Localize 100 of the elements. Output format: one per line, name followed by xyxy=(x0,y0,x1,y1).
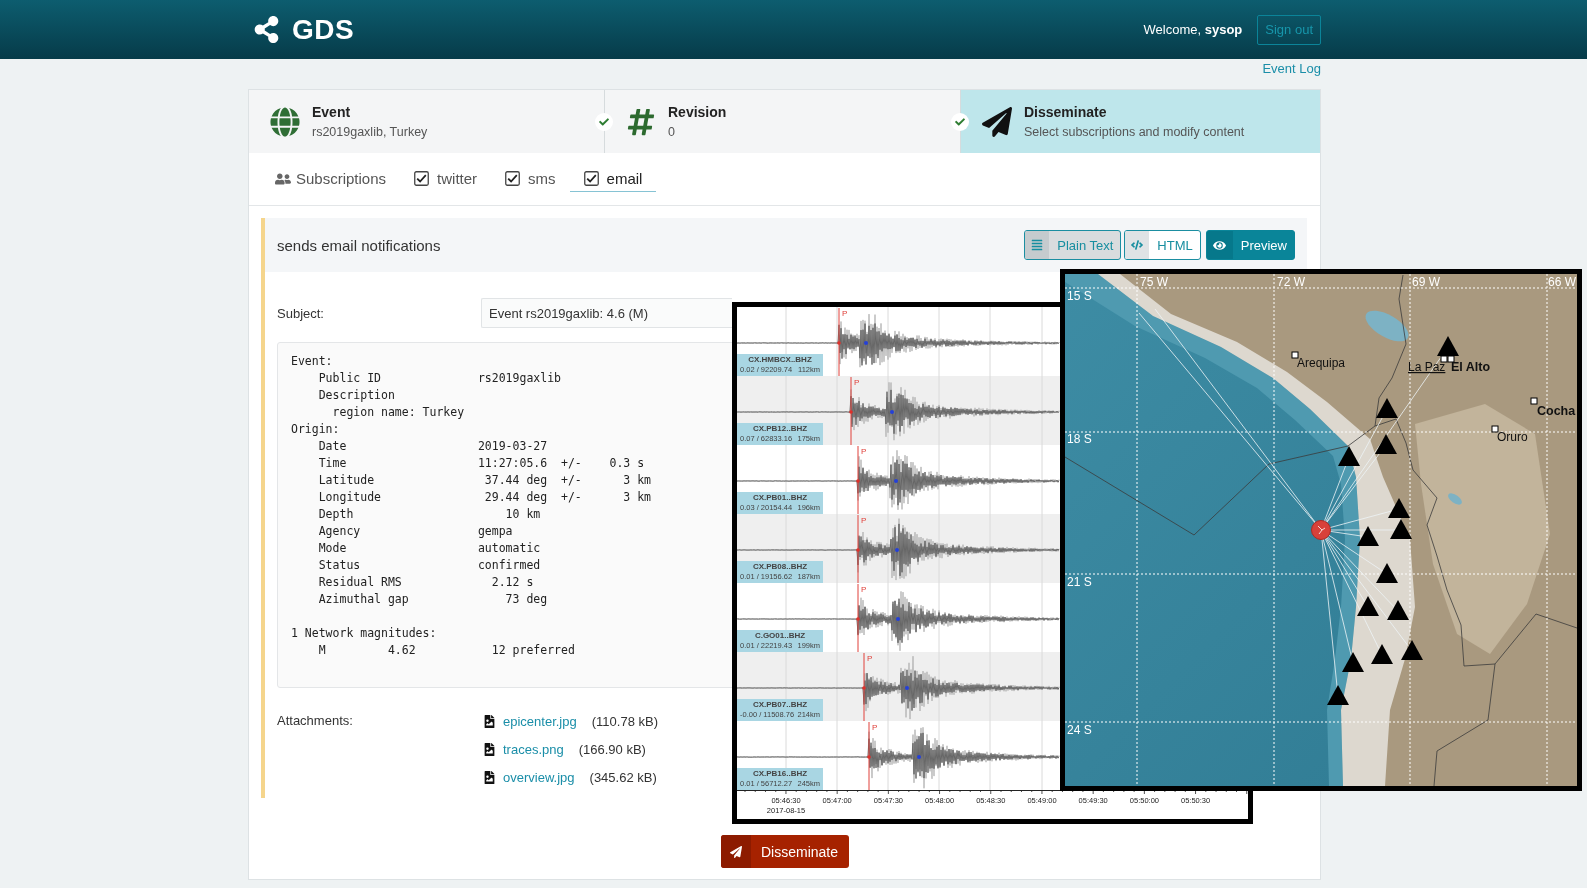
channel-description: sends email notifications xyxy=(277,236,441,254)
triangle-icon xyxy=(1327,685,1349,705)
lake-area xyxy=(1448,493,1462,505)
pick-dot-icon xyxy=(896,617,900,621)
triangle-icon xyxy=(1437,336,1459,356)
pick-label: P xyxy=(867,654,873,663)
tab[interactable]: sms xyxy=(491,165,570,192)
latitude-label: 24 S xyxy=(1067,723,1092,737)
checkbox[interactable] xyxy=(414,170,430,186)
pick-dot-icon xyxy=(894,479,898,483)
step-subtitle: 0 xyxy=(668,124,676,140)
longitude-label: 75 W xyxy=(1140,275,1168,289)
station-name: CX.PB12..BHZ xyxy=(752,424,808,434)
report-line: Agency gempa xyxy=(318,523,513,540)
step-subtitle: rs2019gaxlib, Turkey xyxy=(312,124,428,140)
file-image-icon xyxy=(483,714,496,728)
format-button[interactable]: HTML xyxy=(1124,230,1201,260)
triangle-icon xyxy=(1376,398,1398,418)
station-name: CX.PB01..BHZ xyxy=(752,493,808,503)
longitude-label: 72 W xyxy=(1277,275,1305,289)
station-name: C.GO01..BHZ xyxy=(754,631,806,641)
triangle-icon xyxy=(1371,644,1393,664)
attachment-size: (110.78 kB) xyxy=(591,713,658,729)
paper-plane-icon xyxy=(982,106,1012,137)
attachment-link[interactable]: traces.png xyxy=(503,741,564,757)
report-line: Mode automatic xyxy=(318,540,541,557)
square-marker-icon xyxy=(1291,351,1299,359)
pick-dot-icon xyxy=(917,755,921,759)
pick-label: P xyxy=(854,378,860,387)
subject-field[interactable]: Event rs2019gaxlib: 4.6 (M) xyxy=(481,298,732,328)
paper-plane-icon xyxy=(729,845,742,858)
report-line: 1 Network magnitudes: xyxy=(291,625,437,642)
attachment-link[interactable]: epicenter.jpg xyxy=(503,713,577,729)
report-line: Description xyxy=(318,387,395,404)
step-subtitle: Select subscriptions and modify content xyxy=(1024,124,1245,140)
city-label: La Paz xyxy=(1408,360,1446,374)
app-logo-text[interactable]: GDS xyxy=(292,13,355,46)
triangle-icon xyxy=(1376,563,1398,583)
report-line: Origin: xyxy=(291,421,340,438)
latitude-label: 15 S xyxy=(1067,289,1092,303)
report-line: Latitude 37.44 deg +/- 3 km xyxy=(318,472,652,489)
report-line: M 4.62 12 preferred xyxy=(318,642,575,659)
triangle-icon xyxy=(1342,652,1364,672)
report-line: Residual RMS 2.12 s xyxy=(318,574,534,591)
square-marker-icon xyxy=(1530,397,1538,405)
triangle-icon xyxy=(1401,640,1423,660)
triangle-icon xyxy=(1357,526,1379,546)
globe-icon xyxy=(270,106,300,137)
checkbox[interactable] xyxy=(583,170,599,186)
pick-dot-icon xyxy=(890,410,894,414)
subscriptions-label: Subscriptions xyxy=(296,170,387,187)
welcome-text: Welcome, sysop xyxy=(1143,22,1243,37)
pick-line xyxy=(863,652,865,721)
report-line: Event: xyxy=(291,353,333,370)
code-icon xyxy=(1131,239,1144,251)
pick-dot-icon xyxy=(856,548,860,552)
pick-line xyxy=(838,307,840,376)
pick-dot-icon xyxy=(856,479,860,483)
station-name: CX.PB07..BHZ xyxy=(752,700,808,710)
tab[interactable]: twitter xyxy=(400,165,492,192)
checkbox[interactable] xyxy=(505,170,521,186)
longitude-label: 69 W xyxy=(1412,275,1440,289)
attachment-size: (345.62 kB) xyxy=(589,769,657,785)
triangle-icon xyxy=(1390,519,1412,539)
triangle-icon xyxy=(1375,434,1397,454)
attachment-link[interactable]: overview.jpg xyxy=(503,769,575,785)
latitude-label: 21 S xyxy=(1067,575,1092,589)
pick-label: P xyxy=(842,309,848,318)
step-title: Event xyxy=(312,103,352,121)
station-name: CX.PB08..BHZ xyxy=(752,562,808,572)
pick-dot-icon xyxy=(864,341,868,345)
preview-button[interactable]: Preview xyxy=(1205,230,1295,260)
report-line: Longitude 29.44 deg +/- 3 km xyxy=(318,489,652,506)
report-line: Public ID rs2019gaxlib xyxy=(318,370,561,387)
step-title: Disseminate xyxy=(1024,103,1108,121)
file-image-icon xyxy=(483,742,496,756)
share-icon xyxy=(253,16,280,43)
eye-icon xyxy=(1213,238,1227,252)
tab[interactable]: email xyxy=(569,165,657,192)
disseminate-button[interactable]: Disseminate xyxy=(720,835,849,868)
report-line: Status confirmed xyxy=(318,557,541,574)
pick-label: P xyxy=(861,585,867,594)
city-label: Cocha xyxy=(1537,404,1576,418)
wizard-step[interactable]: Disseminate Select subscriptions and modify content xyxy=(961,90,1320,153)
triangle-icon xyxy=(1357,596,1379,616)
report-line: Azimuthal gap 73 deg xyxy=(318,591,548,608)
pick-label: P xyxy=(861,516,867,525)
station-name: CX.HMBCX..BHZ xyxy=(748,355,812,365)
pick-dot-icon xyxy=(856,617,860,621)
city-label: El Alto xyxy=(1451,360,1491,374)
report-line: Time 11:27:05.6 +/- 0.3 s xyxy=(318,455,645,472)
city-label: Oruro xyxy=(1497,430,1528,444)
pick-label: P xyxy=(872,723,878,732)
triangle-icon xyxy=(1388,498,1410,518)
pick-dot-icon xyxy=(837,341,841,345)
attachments-label: Attachments: xyxy=(277,712,354,730)
pick-line xyxy=(868,721,870,790)
pick-dot-icon xyxy=(862,686,866,690)
city-label: Arequipa xyxy=(1297,356,1346,370)
pick-dot-icon xyxy=(867,755,871,759)
